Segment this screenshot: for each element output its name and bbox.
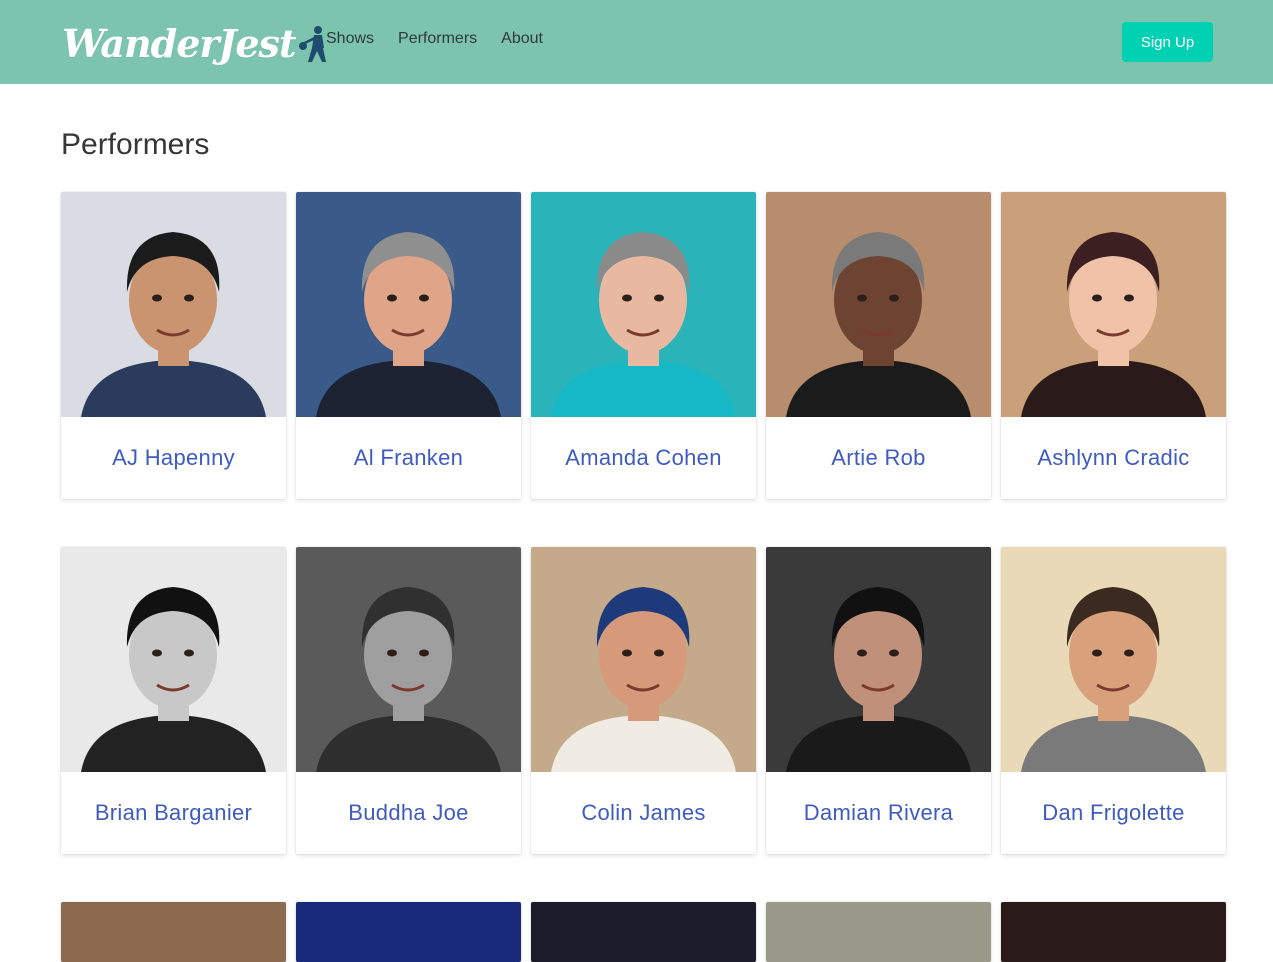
performer-photo[interactable]	[766, 192, 991, 417]
sign-up-button[interactable]: Sign Up	[1122, 22, 1213, 62]
performer-photo[interactable]	[766, 547, 991, 772]
performer-card[interactable]: Artie Rob	[766, 192, 991, 499]
performer-card[interactable]	[531, 902, 756, 962]
performer-card[interactable]: Colin James	[531, 547, 756, 854]
logo-wordmark: WanderJest	[62, 20, 296, 66]
performer-card[interactable]: Al Franken	[296, 192, 521, 499]
performer-name[interactable]: Al Franken	[296, 417, 521, 499]
performer-card[interactable]	[766, 902, 991, 962]
performer-photo[interactable]	[61, 547, 286, 772]
performer-photo[interactable]	[61, 192, 286, 417]
nav-link-about[interactable]: About	[501, 30, 543, 48]
performer-name[interactable]: Damian Rivera	[766, 772, 991, 854]
performer-card[interactable]: Damian Rivera	[766, 547, 991, 854]
performer-photo[interactable]	[1001, 547, 1226, 772]
performer-photo[interactable]	[531, 547, 756, 772]
performer-photo[interactable]	[531, 192, 756, 417]
performer-photo[interactable]	[296, 547, 521, 772]
performer-card[interactable]	[1001, 902, 1226, 962]
performer-name[interactable]: Artie Rob	[766, 417, 991, 499]
performer-name[interactable]: Amanda Cohen	[531, 417, 756, 499]
performer-name[interactable]: Buddha Joe	[296, 772, 521, 854]
performer-photo[interactable]	[1001, 192, 1226, 417]
performer-card[interactable]: Amanda Cohen	[531, 192, 756, 499]
performer-photo[interactable]	[531, 902, 756, 962]
performer-card[interactable]: Dan Frigolette	[1001, 547, 1226, 854]
main-nav: Shows Performers About	[326, 30, 543, 48]
performer-photo[interactable]	[1001, 902, 1226, 962]
performer-card[interactable]: Ashlynn Cradic	[1001, 192, 1226, 499]
performer-name[interactable]: Colin James	[531, 772, 756, 854]
nav-link-performers[interactable]: Performers	[398, 30, 477, 48]
performer-name[interactable]: Ashlynn Cradic	[1001, 417, 1226, 499]
wanderjest-logo[interactable]: WanderJest	[62, 12, 326, 74]
performer-card[interactable]: Buddha Joe	[296, 547, 521, 854]
performer-photo[interactable]	[766, 902, 991, 962]
navbar: WanderJest Shows Performers About Sign U…	[0, 0, 1273, 84]
performer-name[interactable]: AJ Hapenny	[61, 417, 286, 499]
performer-name[interactable]: Brian Barganier	[61, 772, 286, 854]
performer-card[interactable]	[296, 902, 521, 962]
performer-photo[interactable]	[296, 902, 521, 962]
nav-link-shows[interactable]: Shows	[326, 30, 374, 48]
performer-name[interactable]: Dan Frigolette	[1001, 772, 1226, 854]
performer-photo[interactable]	[61, 902, 286, 962]
performer-photo[interactable]	[296, 192, 521, 417]
performer-card[interactable]: AJ Hapenny	[61, 192, 286, 499]
performer-card[interactable]: Brian Barganier	[61, 547, 286, 854]
page-title: Performers	[61, 128, 210, 161]
performer-card[interactable]	[61, 902, 286, 962]
performer-grid: AJ Hapenny Al Franken Amanda Cohen Artie Ro…	[61, 192, 1226, 962]
